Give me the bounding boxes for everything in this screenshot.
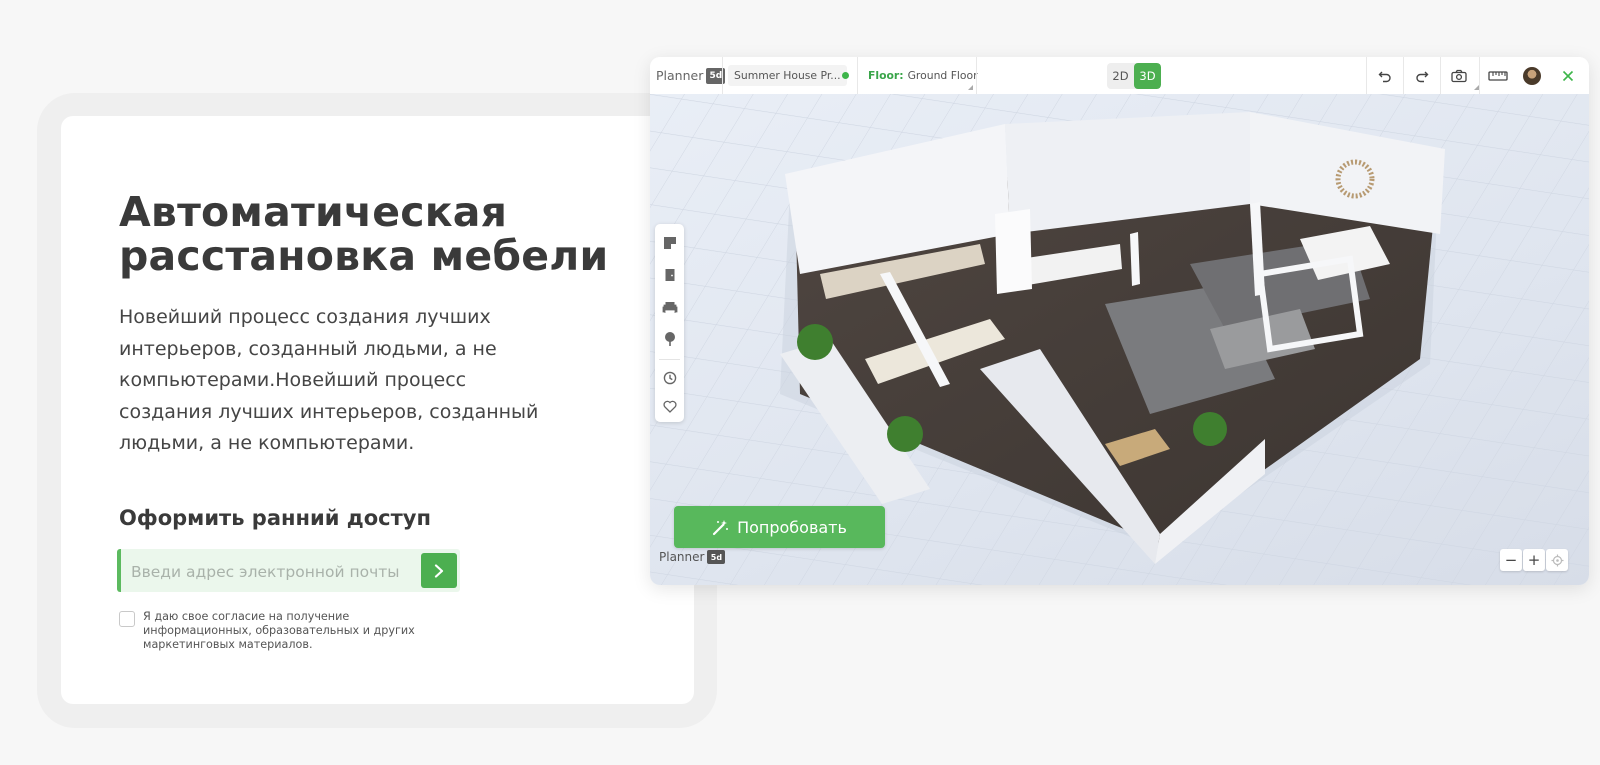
floor-label: Floor: (868, 69, 904, 82)
watermark-mark: 5d (707, 550, 726, 564)
consent-checkbox[interactable] (119, 611, 135, 627)
door-icon (665, 269, 674, 281)
user-avatar-button[interactable] (1514, 57, 1550, 94)
undo-icon (1378, 71, 1391, 82)
app-logo[interactable]: Planner 5d (656, 57, 726, 94)
divider (976, 57, 977, 94)
close-icon (1562, 70, 1574, 81)
plant-icon (664, 332, 675, 346)
floor-value: Ground Floor (907, 69, 978, 82)
rooms-tool[interactable] (655, 228, 684, 258)
recenter-button[interactable] (1546, 549, 1568, 571)
history-tool[interactable] (655, 363, 684, 393)
furniture-icon (662, 302, 677, 313)
promo-description: Новейший процесс создания лучших интерье… (119, 306, 539, 454)
try-button-label: Попробовать (737, 517, 847, 537)
redo-button[interactable] (1404, 57, 1440, 94)
redo-icon (1416, 71, 1429, 82)
camera-icon (1451, 69, 1467, 82)
email-form (117, 549, 460, 594)
early-access-title: Оформить ранний доступ (119, 506, 431, 530)
floor-plan-icon (663, 237, 676, 249)
app-toolbar: Planner 5d Summer House Pr... Floor: Gro… (650, 57, 1589, 95)
target-icon (1551, 554, 1563, 566)
magic-wand-icon (712, 519, 729, 535)
landscape-tool[interactable] (655, 324, 684, 354)
logo-text: Planner (656, 68, 704, 83)
3d-viewport[interactable]: Попробовать Planner 5d − + (650, 94, 1589, 585)
favorites-tool[interactable] (655, 391, 684, 421)
chevron-right-icon (434, 563, 444, 578)
furniture-tool[interactable] (655, 292, 684, 322)
page-title: Автоматическая расстановка мебели (119, 188, 609, 280)
divider (857, 57, 858, 94)
view-2d-button[interactable]: 2D (1107, 63, 1134, 89)
submit-email-button[interactable] (421, 553, 457, 588)
planner-app-window: Planner 5d Summer House Pr... Floor: Gro… (650, 57, 1589, 585)
doors-tool[interactable] (655, 260, 684, 290)
ruler-icon (1488, 70, 1508, 81)
view-3d-button[interactable]: 3D (1134, 63, 1161, 89)
divider (659, 359, 680, 360)
resize-corner-icon (968, 85, 973, 90)
measure-button[interactable] (1480, 57, 1516, 94)
screenshot-button[interactable] (1441, 57, 1477, 94)
divider (722, 57, 723, 94)
zoom-in-button[interactable]: + (1523, 549, 1545, 571)
favorite-icon (662, 400, 677, 413)
close-button[interactable] (1550, 57, 1586, 94)
status-dot (842, 72, 849, 79)
project-name-tab[interactable]: Summer House Pr... (728, 65, 847, 86)
view-mode-toggle: 2D 3D (1107, 63, 1161, 89)
zoom-out-button[interactable]: − (1500, 549, 1522, 571)
avatar (1523, 66, 1541, 85)
undo-button[interactable] (1367, 57, 1403, 94)
planner-watermark: Planner 5d (659, 550, 726, 564)
history-icon (663, 371, 676, 385)
watermark-text: Planner (659, 550, 705, 564)
try-button[interactable]: Попробовать (674, 506, 885, 548)
consent-label: Я даю свое согласие на получение информа… (143, 610, 415, 651)
floor-selector[interactable]: Floor: Ground Floor (868, 57, 978, 94)
left-toolbar (655, 224, 684, 422)
email-field[interactable] (129, 549, 423, 594)
